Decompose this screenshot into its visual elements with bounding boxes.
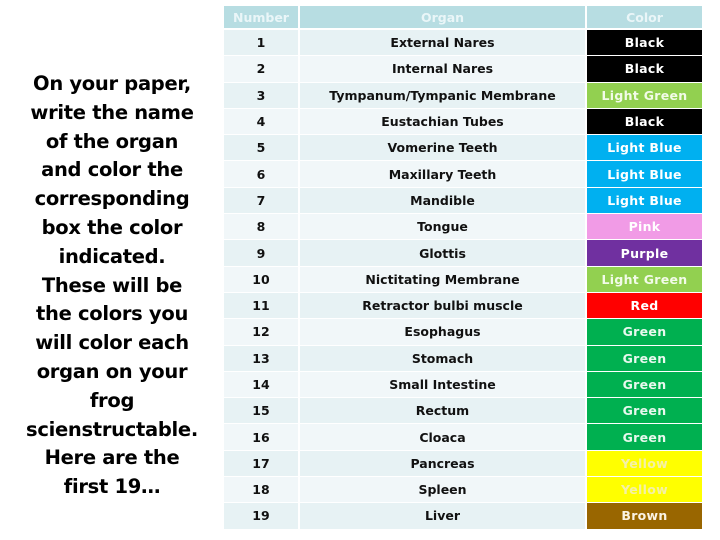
color-swatch: Light Blue — [587, 161, 702, 188]
organ-name: Pancreas — [300, 450, 587, 478]
color-swatch: Black — [587, 108, 702, 136]
table-row: 12 Esophagus Green — [224, 319, 702, 346]
organ-number: 3 — [224, 82, 300, 109]
table-row: 18 Spleen Yellow — [224, 477, 702, 504]
table-row: 11 Retractor bulbi muscle Red — [224, 292, 702, 320]
organ-number: 15 — [224, 398, 300, 425]
organ-number: 5 — [224, 135, 300, 162]
table-row: 2 Internal Nares Black — [224, 56, 702, 83]
color-swatch: Yellow — [587, 477, 702, 504]
color-swatch: Purple — [587, 240, 702, 267]
color-swatch: Green — [587, 424, 702, 451]
color-swatch: Green — [587, 319, 702, 346]
table-row: 13 Stomach Green — [224, 345, 702, 372]
table-row: 6 Maxillary Teeth Light Blue — [224, 161, 702, 188]
color-swatch: Light Blue — [587, 187, 702, 215]
header-number: Number — [224, 6, 300, 30]
table-row: 14 Small Intestine Green — [224, 371, 702, 399]
organ-number: 18 — [224, 477, 300, 504]
organ-number: 12 — [224, 319, 300, 346]
table-row: 9 Glottis Purple — [224, 240, 702, 267]
organ-name: Liver — [300, 503, 587, 530]
organ-name: Stomach — [300, 345, 587, 372]
organ-name: Tongue — [300, 214, 587, 241]
header-color: Color — [587, 6, 702, 30]
organ-name: Maxillary Teeth — [300, 161, 587, 188]
organ-name: Spleen — [300, 477, 587, 504]
organ-name: Nictitating Membrane — [300, 266, 587, 293]
organ-name: Mandible — [300, 187, 587, 215]
organ-number: 9 — [224, 240, 300, 267]
organ-name: Internal Nares — [300, 56, 587, 83]
organ-number: 4 — [224, 108, 300, 136]
organ-number: 10 — [224, 266, 300, 293]
color-swatch: Red — [587, 292, 702, 320]
color-swatch: Green — [587, 371, 702, 399]
organ-number: 14 — [224, 371, 300, 399]
table-row: 15 Rectum Green — [224, 398, 702, 425]
organ-number: 8 — [224, 214, 300, 241]
organ-number: 16 — [224, 424, 300, 451]
color-swatch: Yellow — [587, 450, 702, 478]
organ-name: Cloaca — [300, 424, 587, 451]
table-row: 17 Pancreas Yellow — [224, 450, 702, 478]
organ-name: Tympanum/Tympanic Membrane — [300, 82, 587, 109]
table-row: 7 Mandible Light Blue — [224, 187, 702, 215]
organ-number: 2 — [224, 56, 300, 83]
organ-number: 6 — [224, 161, 300, 188]
organ-name: Rectum — [300, 398, 587, 425]
color-swatch: Green — [587, 398, 702, 425]
color-swatch: Light Green — [587, 82, 702, 109]
color-swatch: Brown — [587, 503, 702, 530]
color-swatch: Black — [587, 30, 702, 57]
table-body: 1 External Nares Black 2 Internal Nares Black… — [224, 30, 702, 530]
organ-name: Small Intestine — [300, 371, 587, 399]
organ-number: 17 — [224, 450, 300, 478]
organ-number: 1 — [224, 30, 300, 57]
color-swatch: Pink — [587, 214, 702, 241]
table-row: 5 Vomerine Teeth Light Blue — [224, 135, 702, 162]
organ-name: Eustachian Tubes — [300, 108, 587, 136]
color-swatch: Black — [587, 56, 702, 83]
color-swatch: Light Blue — [587, 135, 702, 162]
table-row: 10 Nictitating Membrane Light Green — [224, 266, 702, 293]
color-swatch: Light Green — [587, 266, 702, 293]
organ-name: Esophagus — [300, 319, 587, 346]
color-swatch: Green — [587, 345, 702, 372]
organ-number: 7 — [224, 187, 300, 215]
organ-name: Glottis — [300, 240, 587, 267]
table-row: 19 Liver Brown — [224, 503, 702, 530]
organ-number: 13 — [224, 345, 300, 372]
organ-number: 11 — [224, 292, 300, 320]
table-row: 3 Tympanum/Tympanic Membrane Light Green — [224, 82, 702, 109]
organ-name: Vomerine Teeth — [300, 135, 587, 162]
header-organ: Organ — [300, 6, 587, 30]
table-row: 16 Cloaca Green — [224, 424, 702, 451]
organ-name: Retractor bulbi muscle — [300, 292, 587, 320]
table-header-row: Number Organ Color — [224, 6, 702, 30]
instructions-text: On your paper, write the name of the org… — [26, 72, 198, 499]
table-row: 1 External Nares Black — [224, 30, 702, 57]
table-row: 8 Tongue Pink — [224, 214, 702, 241]
organ-number: 19 — [224, 503, 300, 530]
organ-color-table: Number Organ Color 1 External Nares Black 2… — [224, 6, 702, 530]
organ-name: External Nares — [300, 30, 587, 57]
table-row: 4 Eustachian Tubes Black — [224, 108, 702, 136]
